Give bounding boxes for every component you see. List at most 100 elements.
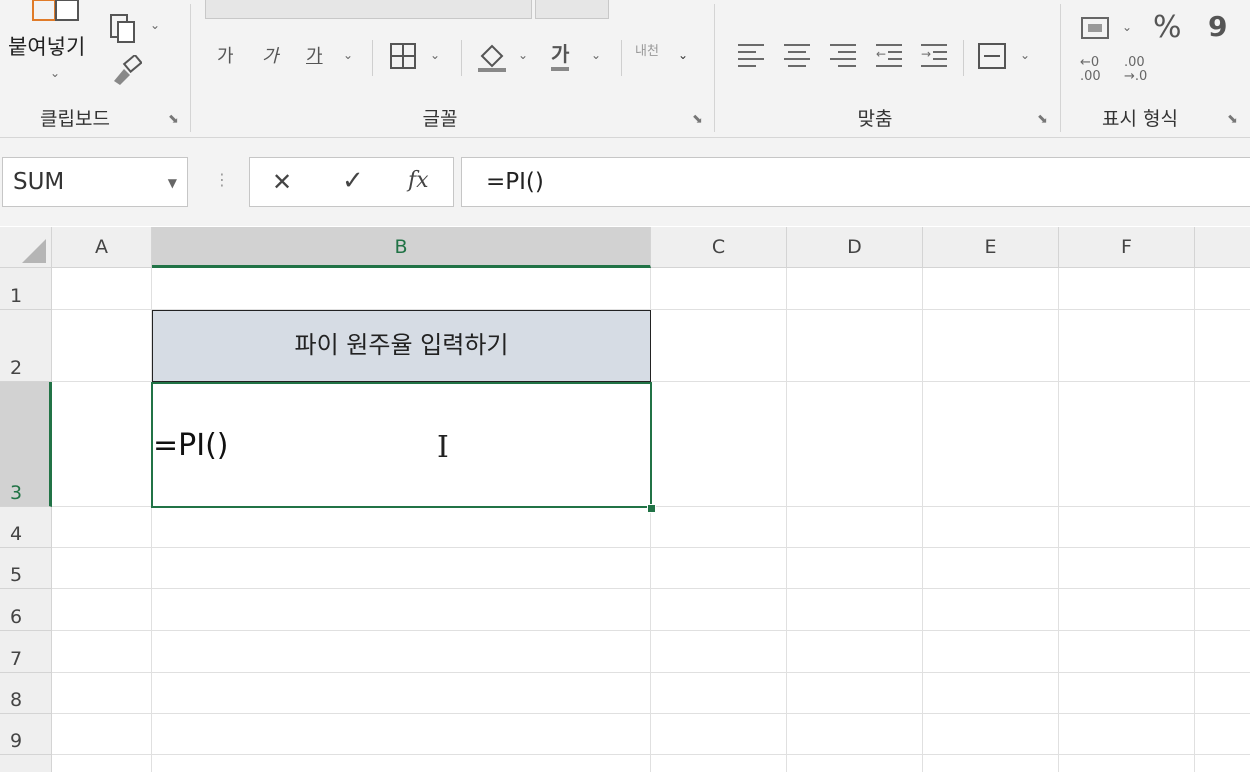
accounting-format-icon[interactable] [1080, 14, 1112, 46]
cell-b2-title[interactable]: 파이 원주율 입력하기 [152, 310, 651, 382]
row-header-1[interactable]: 1 [0, 268, 52, 310]
clipboard-dialog-launcher-icon[interactable]: ⬊ [168, 112, 179, 127]
percent-style-button[interactable]: % [1153, 10, 1182, 45]
row-header-4[interactable]: 4 [0, 507, 52, 548]
align-right-icon[interactable] [830, 44, 858, 68]
merge-chevron-down-icon[interactable]: ⌄ [1020, 48, 1030, 62]
borders-chevron-down-icon[interactable]: ⌄ [430, 48, 440, 62]
alignment-dialog-launcher-icon[interactable]: ⬊ [1037, 112, 1048, 127]
fill-color-icon[interactable] [476, 40, 508, 78]
grow-font-button[interactable]: 가 [217, 42, 234, 68]
gridline [1194, 268, 1195, 772]
row-header-2[interactable]: 2 [0, 310, 52, 382]
font-color-chevron-down-icon[interactable]: ⌄ [591, 48, 601, 62]
cell-b3-edit-text: =PI() [153, 428, 229, 463]
font-group-label: 글꼴 [422, 108, 458, 130]
borders-icon[interactable] [389, 42, 417, 74]
group-divider [714, 4, 715, 132]
row-header-9[interactable]: 9 [0, 714, 52, 755]
accounting-chevron-down-icon[interactable]: ⌄ [1122, 20, 1132, 34]
row-number: 8 [10, 689, 23, 711]
row-header-3[interactable]: 3 [0, 382, 52, 507]
underline-button[interactable]: 가 [306, 42, 323, 68]
column-header-a[interactable]: A [52, 227, 152, 268]
number-group-label: 표시 형식 [1102, 108, 1178, 130]
insert-function-icon[interactable]: fx [408, 168, 429, 193]
increase-decimal-icon[interactable]: ←0.00 [1080, 56, 1101, 84]
column-header-c[interactable]: C [651, 227, 787, 268]
formula-actions: ✕ ✓ fx [249, 157, 454, 207]
name-box[interactable]: SUM ▼ [2, 157, 188, 207]
formula-input[interactable]: =PI() [461, 157, 1250, 207]
alignment-group-label: 맞춤 [857, 108, 893, 130]
select-all-button[interactable] [0, 227, 52, 268]
row-number: 4 [10, 523, 23, 545]
font-dialog-launcher-icon[interactable]: ⬊ [692, 112, 703, 127]
gridline [52, 547, 1250, 548]
fill-handle[interactable] [647, 504, 656, 513]
group-divider [190, 4, 191, 132]
column-header-e[interactable]: E [923, 227, 1059, 268]
align-left-icon[interactable] [738, 44, 766, 68]
name-box-chevron-down-icon[interactable]: ▼ [168, 176, 177, 190]
row-header-7[interactable]: 7 [0, 631, 52, 673]
group-divider [621, 40, 622, 76]
row-number: 5 [10, 564, 23, 586]
decrease-decimal-icon[interactable]: .00 →.0 [1124, 56, 1147, 84]
cancel-entry-icon[interactable]: ✕ [272, 168, 292, 196]
clipboard-group-label: 클립보드 [40, 108, 110, 130]
row-header-10[interactable] [0, 755, 52, 772]
decrease-indent-icon[interactable]: ← [876, 44, 904, 68]
paste-icon[interactable] [30, 0, 82, 22]
group-divider [461, 40, 462, 76]
group-divider [1060, 4, 1061, 132]
row-number: 1 [10, 285, 23, 307]
row-number: 2 [10, 357, 23, 379]
cell-b3-active[interactable]: =PI() I [151, 382, 652, 508]
cell-b2-text: 파이 원주율 입력하기 [294, 331, 509, 359]
column-header-d[interactable]: D [787, 227, 923, 268]
row-header-8[interactable]: 8 [0, 673, 52, 714]
gridline [52, 588, 1250, 589]
paste-button[interactable]: 붙여넣기 [8, 31, 85, 61]
paste-chevron-down-icon[interactable]: ⌄ [50, 66, 60, 80]
shrink-font-button[interactable]: 가 [262, 42, 279, 68]
font-name-combobox[interactable] [205, 0, 532, 19]
formula-text: =PI() [486, 169, 544, 195]
name-box-value: SUM [13, 169, 65, 195]
gridline [52, 754, 1250, 755]
phonetic-chevron-down-icon[interactable]: ⌄ [678, 48, 688, 62]
align-center-icon[interactable] [784, 44, 812, 68]
enter-entry-icon[interactable]: ✓ [342, 166, 364, 196]
increase-indent-icon[interactable]: → [921, 44, 949, 68]
group-divider [963, 40, 964, 76]
format-painter-icon[interactable] [110, 53, 143, 89]
row-header-6[interactable]: 6 [0, 589, 52, 631]
row-number: 6 [10, 606, 23, 628]
gridline [786, 268, 787, 772]
copy-icon[interactable] [108, 12, 140, 48]
row-header-5[interactable]: 5 [0, 548, 52, 589]
formula-bar-grip-icon[interactable]: ⋮ [214, 170, 230, 189]
number-dialog-launcher-icon[interactable]: ⬊ [1227, 112, 1238, 127]
comma-style-button[interactable]: 9 [1208, 10, 1227, 43]
gridline [1058, 268, 1059, 772]
font-color-button[interactable]: 가 [551, 38, 570, 71]
font-size-combobox[interactable] [535, 0, 609, 19]
gridline [922, 268, 923, 772]
copy-chevron-down-icon[interactable]: ⌄ [150, 18, 160, 32]
row-number: 7 [10, 648, 23, 670]
ribbon: 붙여넣기 ⌄ ⌄ 클립보드 ⬊ 가 가 가 ⌄ ⌄ ⌄ 가 ⌄ 내천 ⌄ 글꼴 … [0, 0, 1250, 138]
group-divider [372, 40, 373, 76]
underline-chevron-down-icon[interactable]: ⌄ [343, 48, 353, 62]
merge-center-icon[interactable] [977, 42, 1007, 74]
fill-color-chevron-down-icon[interactable]: ⌄ [518, 48, 528, 62]
column-header-g[interactable] [1195, 227, 1250, 268]
worksheet-grid: A B C D E F 1 2 3 4 5 6 7 8 9 파이 원주율 입력하… [0, 227, 1250, 772]
phonetic-guide-button[interactable]: 내천 [635, 40, 659, 59]
gridline [52, 672, 1250, 673]
row-number: 9 [10, 730, 23, 752]
column-header-f[interactable]: F [1059, 227, 1195, 268]
row-number: 3 [10, 482, 23, 504]
column-header-b[interactable]: B [152, 227, 651, 268]
